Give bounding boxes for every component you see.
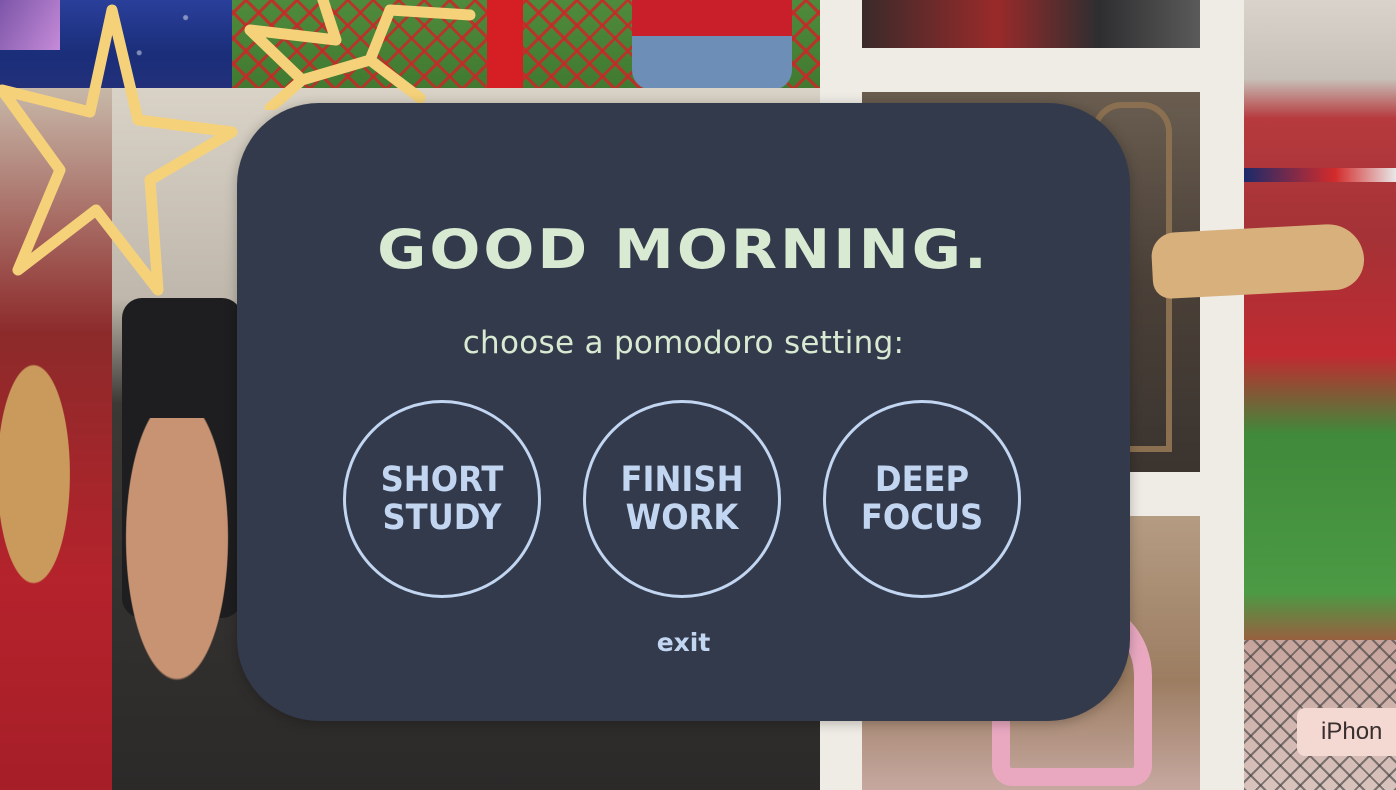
short-study-button[interactable]: SHORT STUDY — [343, 400, 541, 598]
collage-background: GOOD MORNING. choose a pomodoro setting:… — [0, 0, 1396, 790]
finish-work-label: FINISH WORK — [620, 460, 744, 538]
finish-work-button[interactable]: FINISH WORK — [583, 400, 781, 598]
deep-focus-label: DEEP FOCUS — [860, 460, 984, 538]
short-study-label: SHORT STUDY — [380, 460, 504, 538]
photo-top-right-tile — [862, 0, 1200, 48]
pomodoro-modal: GOOD MORNING. choose a pomodoro setting:… — [237, 103, 1130, 721]
deep-focus-button[interactable]: DEEP FOCUS — [823, 400, 1021, 598]
tan-brush-stroke — [1150, 222, 1366, 300]
iphone-chip: iPhon — [1297, 708, 1396, 756]
exit-button[interactable]: exit — [644, 627, 724, 659]
star-doodle-icon — [0, 4, 238, 296]
greeting-heading: GOOD MORNING. — [377, 218, 990, 282]
photo-stadium-tile — [1244, 0, 1396, 790]
pomodoro-prompt: choose a pomodoro setting: — [462, 325, 905, 361]
star-doodle-icon — [244, 0, 476, 110]
